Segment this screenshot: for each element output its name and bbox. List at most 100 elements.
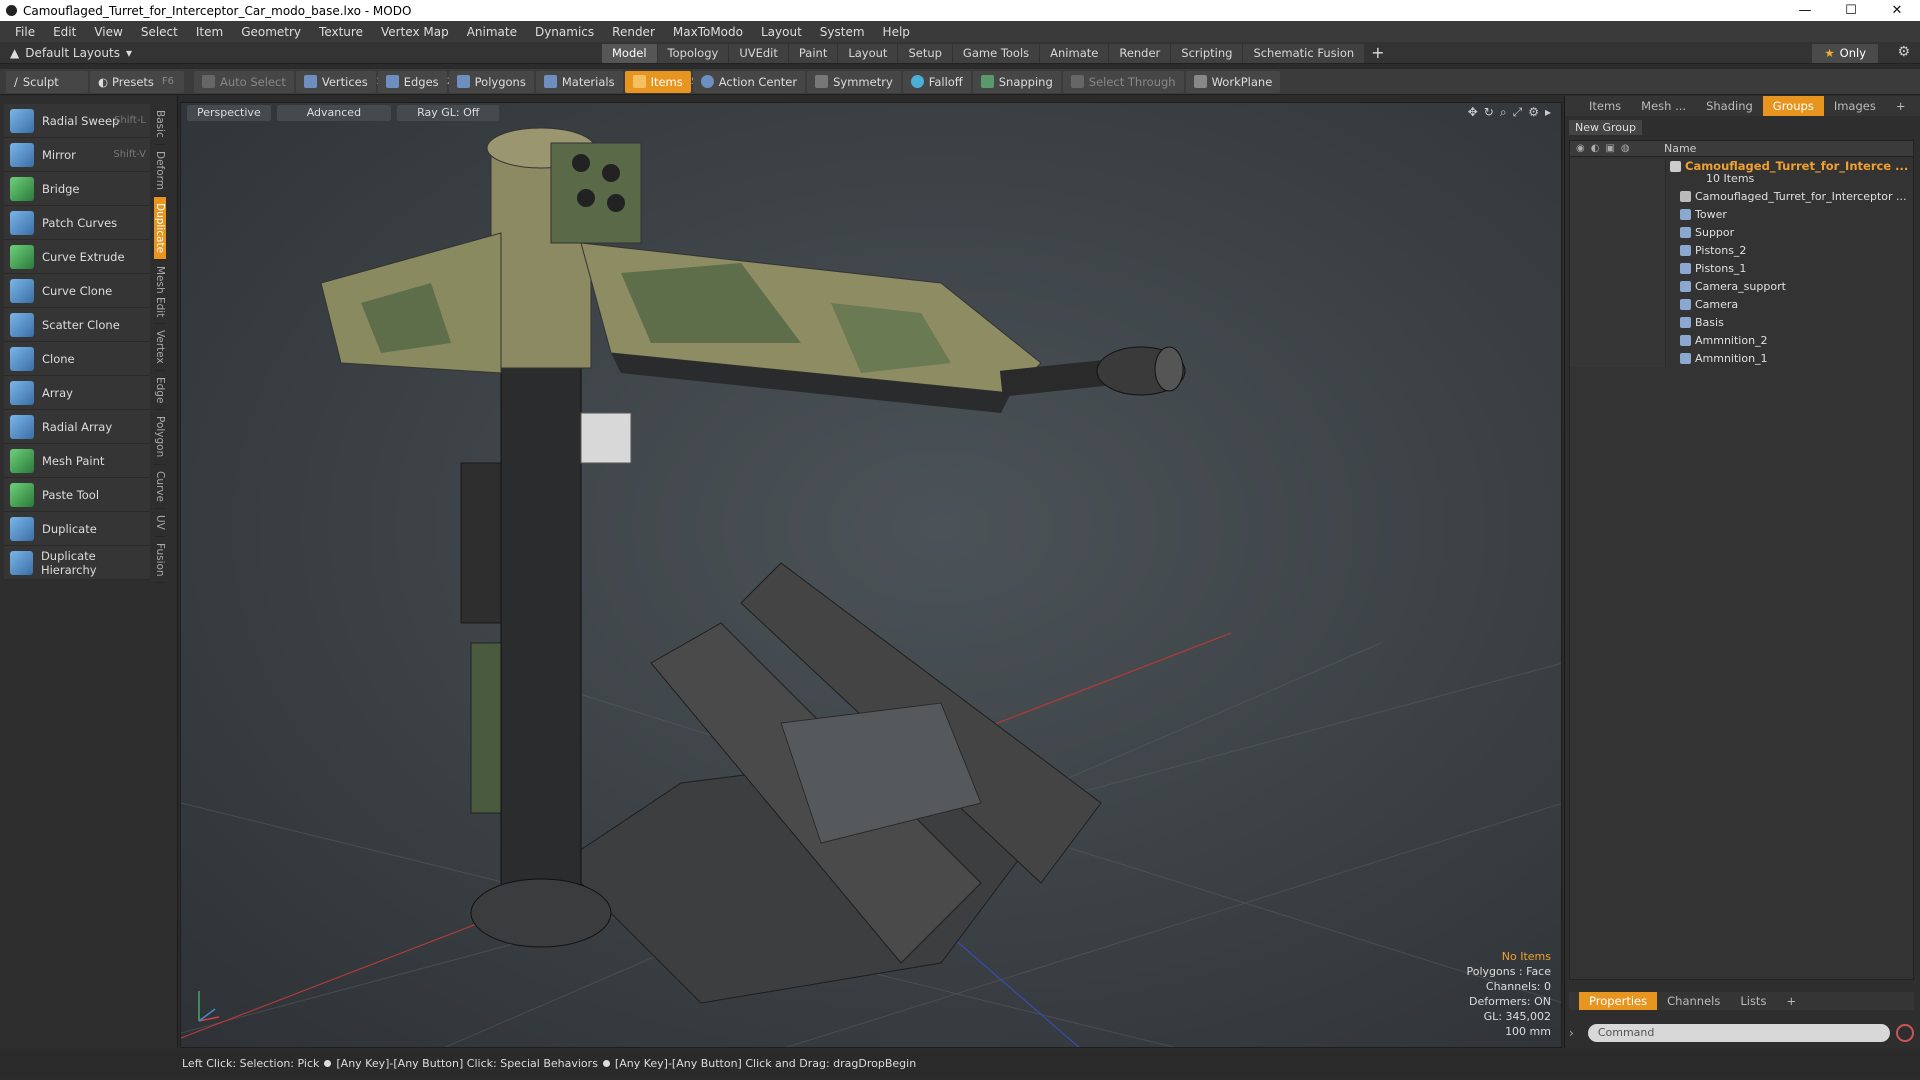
tree-item[interactable]: Tower [1570,205,1913,223]
tool-clone[interactable]: Clone [4,342,150,376]
tab-mesh[interactable]: Mesh ... [1631,96,1696,116]
group-row[interactable]: Camouflaged_Turret_for_Interce ... 10 It… [1570,157,1913,189]
menu-view[interactable]: View [85,25,131,39]
tree-item[interactable]: Pistons_2 [1570,241,1913,259]
menu-dynamics[interactable]: Dynamics [526,25,603,39]
tab-game-tools[interactable]: Game Tools [952,44,1040,63]
record-icon[interactable] [1896,1024,1914,1042]
tab-model[interactable]: Model [602,44,657,63]
tree-item[interactable]: Camera_support [1570,277,1913,295]
only-button[interactable]: ★ Only [1812,44,1878,63]
menu-render[interactable]: Render [603,25,664,39]
tool-curve-extrude[interactable]: Curve Extrude [4,240,150,274]
settings-icon[interactable]: ⚙ [1528,105,1539,120]
sculpt-button[interactable]: / Sculpt [6,70,88,93]
select-icon[interactable]: ◍ [1621,143,1630,154]
menu-item[interactable]: Item [187,25,232,39]
tool-patch-curves[interactable]: Patch Curves [4,206,150,240]
menu-geometry[interactable]: Geometry [232,25,310,39]
tool-scatter-clone[interactable]: Scatter Clone [4,308,150,342]
tab-scripting[interactable]: Scripting [1171,44,1243,63]
lock-icon[interactable]: ▣ [1605,143,1614,154]
vtab-deform[interactable]: Deform [154,145,166,197]
vtab-uv[interactable]: UV [154,509,166,537]
select-through-button[interactable]: Select Through [1062,70,1184,93]
tool-mirror[interactable]: Mirror Shift-V [4,138,150,172]
new-group-button[interactable]: New Group [1569,120,1642,135]
menu-help[interactable]: Help [874,25,919,39]
action-center-button[interactable]: Action Center [692,70,806,93]
tree-item[interactable]: Ammnition_2 [1570,331,1913,349]
menu-select[interactable]: Select [132,25,187,39]
fit-icon[interactable]: ⤢ [1513,105,1523,120]
menu-maxtomodo[interactable]: MaxToModo [664,25,752,39]
tool-paste-tool[interactable]: Paste Tool [4,478,150,512]
edges-button[interactable]: Edges2 [377,70,453,93]
add-tab-icon[interactable]: + [1776,992,1806,1010]
vtab-basic[interactable]: Basic [154,104,166,145]
tool-curve-clone[interactable]: Curve Clone [4,274,150,308]
tab-uvedit[interactable]: UVEdit [729,44,788,63]
tab-groups[interactable]: Groups [1762,96,1824,116]
menu-edit[interactable]: Edit [44,25,85,39]
expand-arrow-icon[interactable]: ▸ [1545,105,1551,120]
render-icon[interactable]: ◐ [1591,143,1600,154]
tree-item[interactable]: Ammnition_1 [1570,349,1913,367]
tab-lists[interactable]: Lists [1730,992,1776,1010]
vtab-edge[interactable]: Edge [154,371,166,411]
vtab-vertex[interactable]: Vertex [154,324,166,371]
presets-button[interactable]: ◐ Presets F6 [90,70,184,93]
rotate-icon[interactable]: ↻ [1484,105,1494,120]
tab-shading[interactable]: Shading [1696,96,1763,116]
menu-layout[interactable]: Layout [752,25,811,39]
menu-system[interactable]: System [811,25,874,39]
tab-layout[interactable]: Layout [838,44,898,63]
tree-item[interactable]: Camouflaged_Turret_for_Interceptor ... [1570,187,1913,205]
snapping-button[interactable]: Snapping [972,70,1061,93]
column-name[interactable]: Name [1658,142,1696,155]
items-button[interactable]: Items5 [624,70,697,93]
tree-item[interactable]: Basis [1570,313,1913,331]
vtab-curve[interactable]: Curve [154,465,166,509]
falloff-button[interactable]: Falloff [902,70,971,93]
tool-duplicate-hierarchy[interactable]: Duplicate Hierarchy [4,546,150,580]
tab-properties[interactable]: Properties [1579,992,1658,1010]
shading-mode-button[interactable]: Advanced [276,105,392,121]
tab-render[interactable]: Render [1109,44,1171,63]
minimize-button[interactable]: — [1782,3,1828,18]
tool-radial-sweep[interactable]: Radial Sweep Shift-L [4,104,150,138]
tree-item[interactable]: Suppor [1570,223,1913,241]
auto-select-button[interactable]: Auto Select [194,70,294,93]
tab-images[interactable]: Images [1824,96,1886,116]
view-mode-button[interactable]: Perspective [187,105,271,121]
tab-topology[interactable]: Topology [657,44,729,63]
menu-animate[interactable]: Animate [458,25,526,39]
menu-vertex-map[interactable]: Vertex Map [372,25,458,39]
vertices-button[interactable]: Vertices1 [295,70,382,93]
add-tab-icon[interactable]: + [1886,96,1916,116]
maximize-button[interactable]: ☐ [1828,3,1874,18]
raygl-button[interactable]: Ray GL: Off [397,105,500,121]
tab-items[interactable]: Items [1579,96,1631,116]
tool-array[interactable]: Array [4,376,150,410]
menu-texture[interactable]: Texture [310,25,372,39]
tool-bridge[interactable]: Bridge [4,172,150,206]
close-button[interactable]: ✕ [1874,3,1920,18]
move-icon[interactable]: ✥ [1468,105,1478,120]
vtab-mesh-edit[interactable]: Mesh Edit [154,260,166,325]
tool-duplicate[interactable]: Duplicate [4,512,150,546]
tool-radial-array[interactable]: Radial Array [4,410,150,444]
3d-viewport[interactable]: Perspective Advanced Ray GL: Off ✥ ↻ ⌕ ⤢… [180,102,1562,1048]
gear-icon[interactable]: ⚙ [1897,44,1910,60]
tab-channels[interactable]: Channels [1657,992,1730,1010]
menu-file[interactable]: File [6,25,44,39]
vtab-polygon[interactable]: Polygon [154,410,166,465]
tree-item[interactable]: Camera [1570,295,1913,313]
vtab-fusion[interactable]: Fusion [154,537,166,584]
add-tab-icon[interactable]: + [1371,44,1384,63]
tool-mesh-paint[interactable]: Mesh Paint [4,444,150,478]
tab-animate[interactable]: Animate [1040,44,1109,63]
command-input[interactable]: Command [1587,1024,1890,1042]
symmetry-button[interactable]: Symmetry [807,70,901,93]
tab-setup[interactable]: Setup [898,44,952,63]
